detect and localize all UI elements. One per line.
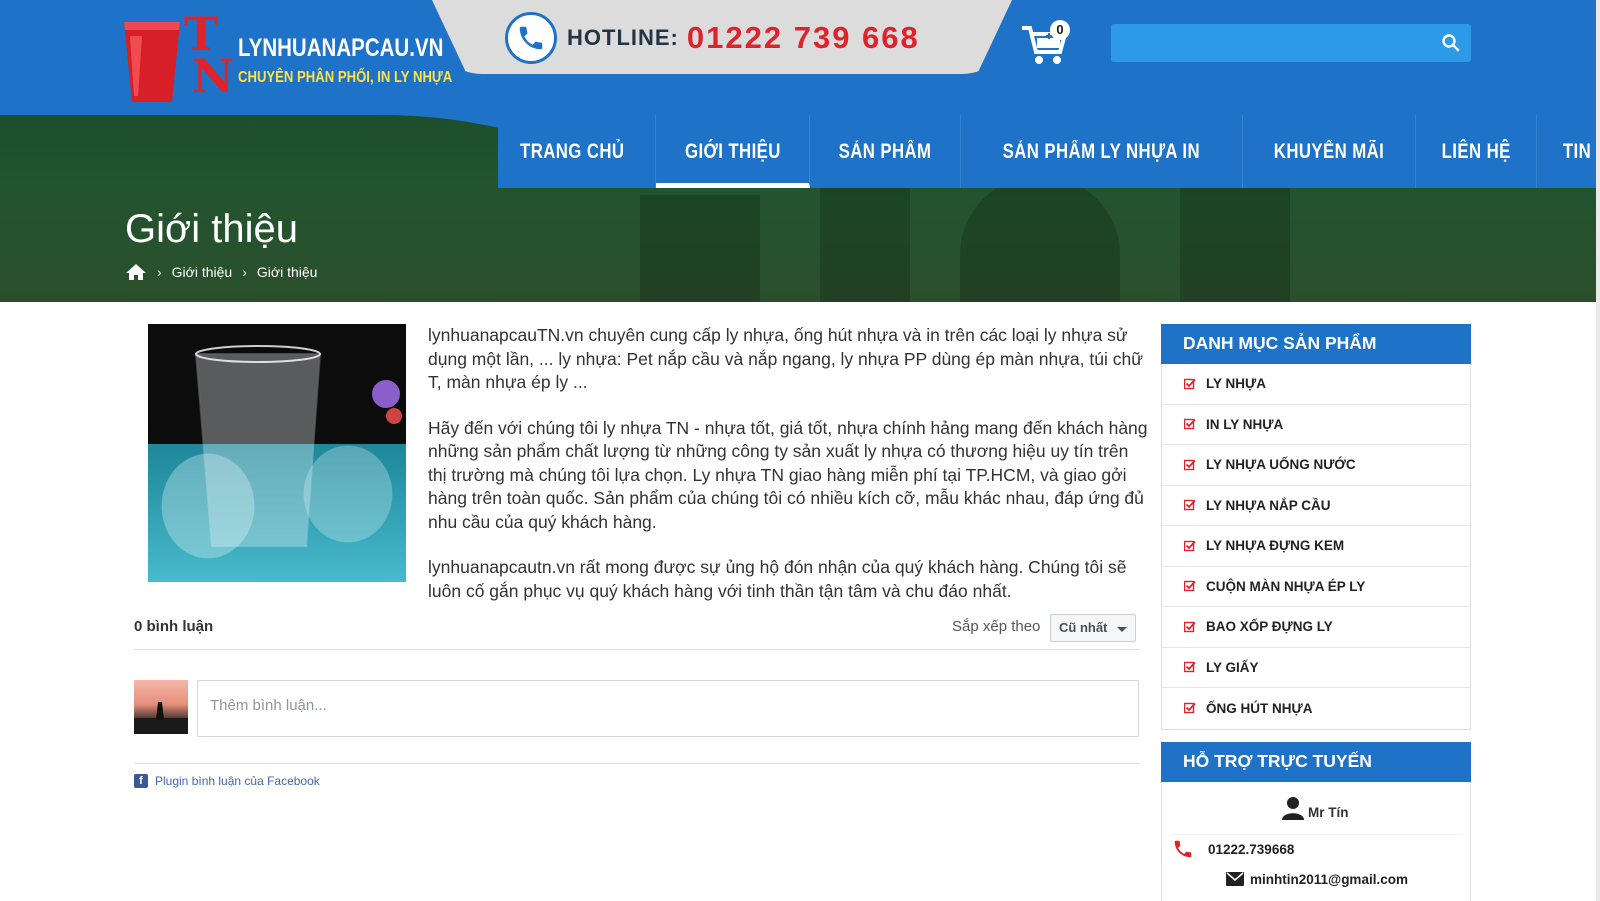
checkbox-checked-icon: [1184, 378, 1196, 389]
category-label: LY NHỰA: [1206, 376, 1266, 392]
category-label: LY NHỰA UỐNG NƯỚC: [1206, 457, 1356, 473]
user-icon: [1282, 796, 1304, 820]
caret-down-icon: [1117, 627, 1127, 632]
category-label: IN LY NHỰA: [1206, 416, 1284, 432]
intro-paragraph: lynhuanapcauTN.vn chuyên cung cấp ly nhự…: [428, 325, 1143, 392]
page-title: Giới thiệu: [125, 207, 298, 251]
banner-building-shape: [960, 175, 1120, 302]
category-item[interactable]: ỐNG HÚT NHỰA: [1162, 688, 1470, 729]
site-name: LYNHUANAPCAU.VN: [238, 34, 444, 62]
checkbox-checked-icon: [1184, 540, 1196, 551]
checkbox-checked-icon: [1184, 419, 1196, 430]
category-item[interactable]: IN LY NHỰA: [1162, 405, 1470, 445]
avatar-photo: [134, 702, 188, 734]
support-title: HỖ TRỢ TRỰC TUYẾN: [1161, 741, 1471, 782]
search-input[interactable]: [1111, 24, 1411, 62]
checkbox-checked-icon: [1184, 581, 1196, 592]
phone-circle-icon: [505, 12, 557, 64]
hotline[interactable]: HOTLINE: 01222 739 668: [505, 10, 920, 66]
checkbox-checked-icon: [1184, 703, 1196, 714]
breadcrumb: › Giới thiệu › Giới thiệu: [125, 263, 317, 281]
facebook-icon: f: [134, 774, 148, 788]
header: T N LYNHUANAPCAU.VN CHUYÊN PHÂN PHỐI, IN…: [0, 0, 1596, 115]
comment-input[interactable]: Thêm bình luận...: [197, 680, 1139, 737]
category-label: BAO XỐP ĐỰNG LY: [1206, 619, 1333, 635]
checkbox-checked-icon: [1184, 459, 1196, 470]
breadcrumb-link[interactable]: Giới thiệu: [172, 264, 233, 280]
category-item[interactable]: CUỘN MÀN NHỰA ÉP LY: [1162, 567, 1470, 607]
nav-item-trang-chu[interactable]: TRANG CHỦ: [490, 115, 656, 188]
page-banner: TRANG CHỦ GIỚI THIỆU SẢN PHẨM SẢN PHẨM L…: [0, 115, 1596, 302]
home-icon[interactable]: [125, 263, 147, 281]
category-list: LY NHỰA IN LY NHỰA LY NHỰA UỐNG NƯỚC LY …: [1161, 364, 1471, 730]
support-phone-row[interactable]: 01222.739668: [1172, 833, 1462, 864]
red-cup-logo-icon: [124, 22, 180, 102]
support-person: Mr Tín: [1282, 796, 1349, 820]
support-panel: Mr Tín 01222.739668 minhtin2011@gmail.co…: [1161, 781, 1471, 901]
nav-item-san-pham[interactable]: SẢN PHẨM: [810, 115, 962, 188]
chevron-right-icon: ›: [157, 264, 162, 280]
avatar: [134, 680, 188, 734]
category-label: LY NHỰA ĐỰNG KEM: [1206, 538, 1345, 554]
facebook-plugin-link[interactable]: Plugin bình luận của Facebook: [155, 774, 320, 788]
breadcrumb-current: Giới thiệu: [256, 264, 318, 280]
comments-header: 0 bình luận Sắp xếp theo Cũ nhất: [134, 610, 1140, 650]
site-logo[interactable]: T N LYNHUANAPCAU.VN CHUYÊN PHÂN PHỐI, IN…: [122, 11, 452, 104]
category-item[interactable]: LY GIẤY: [1162, 648, 1470, 688]
intro-paragraph: Hãy đến với chúng tôi ly nhựa TN - nhựa …: [428, 417, 1148, 532]
chevron-right-icon: ›: [242, 264, 247, 280]
category-label: LY GIẤY: [1206, 659, 1259, 675]
support-email: minhtin2011@gmail.com: [1250, 871, 1408, 887]
intro-paragraph: lynhuanapcautn.vn rất mong được sự ủng h…: [428, 557, 1127, 601]
logo-letter-n: N: [192, 49, 235, 103]
phone-icon: [1174, 840, 1192, 858]
intro-text: lynhuanapcauTN.vn chuyên cung cấp ly nhự…: [428, 324, 1148, 625]
category-item[interactable]: LY NHỰA ĐỰNG KEM: [1162, 526, 1470, 567]
checkbox-checked-icon: [1184, 662, 1196, 673]
sort-label: Sắp xếp theo: [952, 618, 1041, 635]
nav-item-khuyen-mai[interactable]: KHUYẾN MÃI: [1243, 115, 1416, 188]
envelope-icon: [1226, 872, 1244, 886]
hotline-label: HOTLINE:: [567, 25, 679, 50]
categories-title: DANH MỤC SẢN PHẨM: [1161, 324, 1471, 364]
nav-item-gioi-thieu[interactable]: GIỚI THIỆU: [655, 115, 811, 188]
comments-count: 0 bình luận: [134, 618, 214, 635]
product-image: [148, 324, 406, 582]
nav-item-lien-he[interactable]: LIÊN HỆ: [1416, 115, 1538, 188]
plastic-cup-photo: [148, 324, 406, 582]
nav-item-tin-tuc[interactable]: TIN TỨC: [1537, 115, 1596, 188]
support-phone: 01222.739668: [1208, 841, 1295, 857]
cart-count-badge: 0: [1050, 20, 1070, 40]
scrollbar-edge: [1596, 0, 1600, 901]
hotline-number: 01222 739 668: [686, 20, 920, 55]
category-label: LY NHỰA NẮP CẦU: [1206, 497, 1331, 513]
category-label: ỐNG HÚT NHỰA: [1206, 700, 1313, 716]
category-item[interactable]: BAO XỐP ĐỰNG LY: [1162, 607, 1470, 648]
category-item[interactable]: LY NHỰA NẮP CẦU: [1162, 486, 1470, 526]
sidebar: DANH MỤC SẢN PHẨM LY NHỰA IN LY NHỰA LY …: [1161, 324, 1471, 901]
support-name: Mr Tín: [1308, 804, 1349, 820]
category-item[interactable]: LY NHỰA UỐNG NƯỚC: [1162, 445, 1470, 486]
checkbox-checked-icon: [1184, 500, 1196, 511]
sort-select[interactable]: Cũ nhất: [1050, 614, 1136, 642]
support-email-row[interactable]: minhtin2011@gmail.com: [1226, 872, 1408, 887]
banner-building-shape: [1180, 185, 1290, 302]
search-icon[interactable]: [1441, 33, 1461, 53]
comments-footer: f Plugin bình luận của Facebook: [134, 763, 1140, 788]
category-item[interactable]: LY NHỰA: [1162, 364, 1470, 405]
checkbox-checked-icon: [1184, 621, 1196, 632]
sort-value: Cũ nhất: [1059, 620, 1108, 635]
banner-building-shape: [640, 195, 760, 302]
nav-item-san-pham-ly-nhua-in[interactable]: SẢN PHẨM LY NHỰA IN: [961, 115, 1243, 188]
category-label: CUỘN MÀN NHỰA ÉP LY: [1206, 578, 1366, 594]
main-nav: TRANG CHỦ GIỚI THIỆU SẢN PHẨM SẢN PHẨM L…: [490, 115, 1596, 188]
site-tagline: CHUYÊN PHÂN PHỐI, IN LY NHỰA: [238, 69, 453, 86]
page: T N LYNHUANAPCAU.VN CHUYÊN PHÂN PHỐI, IN…: [0, 0, 1600, 901]
search-box: [1111, 24, 1471, 62]
